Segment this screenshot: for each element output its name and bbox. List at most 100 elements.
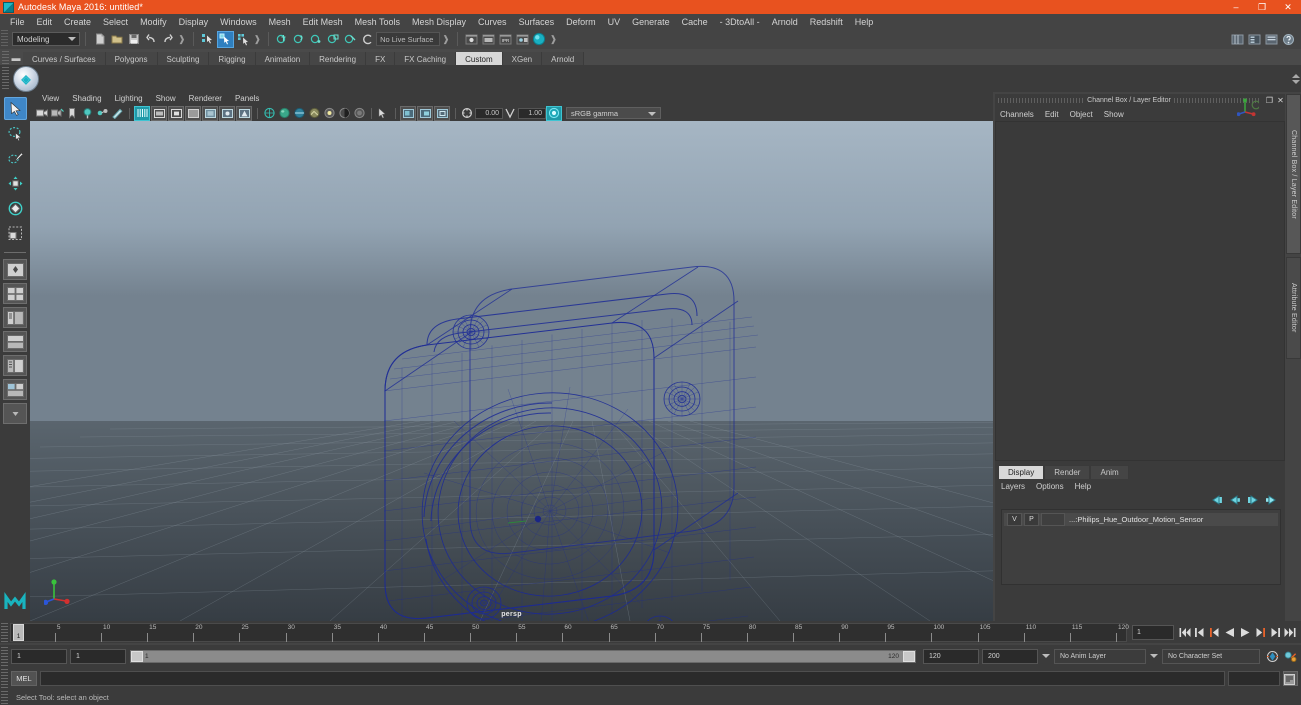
- channel-box-menu-edit[interactable]: Edit: [1045, 110, 1059, 119]
- select-by-object-icon[interactable]: [216, 30, 234, 48]
- menu-item-mesh-display[interactable]: Mesh Display: [406, 16, 472, 28]
- move-layer-up-icon[interactable]: [1210, 495, 1223, 506]
- scale-tool[interactable]: [4, 222, 27, 245]
- hw-texture-icon[interactable]: [307, 107, 321, 120]
- camera-attributes-icon[interactable]: [50, 107, 64, 120]
- open-scene-icon[interactable]: [109, 32, 124, 47]
- redo-icon[interactable]: [160, 32, 175, 47]
- menu-item-3dtoall[interactable]: - 3DtoAll -: [714, 16, 766, 28]
- menu-item-cache[interactable]: Cache: [676, 16, 714, 28]
- layer-playback-toggle[interactable]: P: [1024, 513, 1039, 526]
- move-tool[interactable]: [4, 172, 27, 195]
- hypershade-persp-layout[interactable]: [3, 355, 27, 376]
- viewport-menu-panels[interactable]: Panels: [235, 94, 259, 103]
- gamma-icon[interactable]: [503, 107, 517, 120]
- side-tab-channel-box[interactable]: Channel Box / Layer Editor: [1286, 94, 1301, 254]
- time-slider-track[interactable]: 1 5 10 15 20 25 30 35 40 45 50 55 60 65 70 75 80 85 90 95 1…: [10, 622, 1129, 642]
- xray-toggle-icon[interactable]: [202, 105, 218, 121]
- select-mode-collapse-arrow[interactable]: ❱: [254, 34, 262, 45]
- xray-active-icon[interactable]: [236, 105, 252, 121]
- range-slider-bar[interactable]: 1 120: [130, 649, 916, 663]
- layer-visibility-toggle[interactable]: V: [1007, 513, 1022, 526]
- current-time-indicator[interactable]: 1: [13, 623, 24, 641]
- viewport-menu-show[interactable]: Show: [156, 94, 176, 103]
- range-start-handle[interactable]: [131, 650, 143, 662]
- anim-end-time-field[interactable]: 200: [982, 648, 1038, 664]
- menu-item-generate[interactable]: Generate: [626, 16, 676, 28]
- character-set-selector[interactable]: No Character Set: [1162, 648, 1260, 664]
- menu-item-windows[interactable]: Windows: [214, 16, 263, 28]
- toolbar-grip[interactable]: [1, 30, 8, 48]
- maximize-button[interactable]: ❐: [1249, 0, 1275, 14]
- film-gate-icon[interactable]: [151, 105, 167, 121]
- snap-to-point-icon[interactable]: [309, 32, 324, 47]
- command-line-grip[interactable]: [1, 668, 8, 688]
- menu-item-uv[interactable]: UV: [602, 16, 627, 28]
- side-tab-attribute-editor[interactable]: Attribute Editor: [1286, 257, 1301, 359]
- menu-item-mesh-tools[interactable]: Mesh Tools: [349, 16, 406, 28]
- smooth-shading-icon[interactable]: [277, 107, 291, 120]
- step-back-keyframe-icon[interactable]: [1193, 625, 1206, 640]
- more-layouts[interactable]: [3, 403, 27, 424]
- layer-row[interactable]: V P ...:Philips_Hue_Outdoor_Motion_Senso…: [1004, 513, 1278, 526]
- live-surface-field[interactable]: No Live Surface: [376, 32, 441, 46]
- shelf-tab-animation[interactable]: Animation: [255, 52, 311, 65]
- color-management-selector[interactable]: sRGB gamma: [566, 107, 661, 119]
- sidebar-attribute-editor-icon[interactable]: [1230, 32, 1245, 47]
- sidebar-tool-settings-icon[interactable]: [1247, 32, 1262, 47]
- gamma-value[interactable]: 1.00: [518, 107, 546, 119]
- layer-menu-options[interactable]: Options: [1036, 482, 1064, 491]
- menu-item-curves[interactable]: Curves: [472, 16, 513, 28]
- save-scene-icon[interactable]: [126, 32, 141, 47]
- help-line-grip[interactable]: [1, 690, 8, 704]
- toolbar-collapse-arrow[interactable]: ❱: [178, 34, 186, 45]
- step-back-frame-icon[interactable]: [1208, 625, 1221, 640]
- shelf-tab-rendering[interactable]: Rendering: [310, 52, 367, 65]
- menu-item-mesh[interactable]: Mesh: [263, 16, 297, 28]
- range-end-time-field[interactable]: 120: [923, 648, 979, 664]
- snap-to-curve-icon[interactable]: [292, 32, 307, 47]
- anim-layer-selector[interactable]: No Anim Layer: [1054, 648, 1146, 664]
- menu-item-display[interactable]: Display: [173, 16, 215, 28]
- character-set-chevron-icon[interactable]: [1150, 654, 1158, 658]
- channel-box-content[interactable]: [995, 121, 1285, 461]
- close-button[interactable]: ✕: [1275, 0, 1301, 14]
- twopoint-icon[interactable]: [95, 107, 109, 120]
- range-start-time-field[interactable]: 1: [70, 648, 126, 664]
- snap-collapse-arrow[interactable]: ❱: [442, 34, 450, 45]
- auto-keyframe-icon[interactable]: [1266, 650, 1279, 662]
- go-to-start-icon[interactable]: [1178, 625, 1191, 640]
- shelf-tab-curves-surfaces[interactable]: Curves / Surfaces: [23, 52, 106, 65]
- layer-tab-render[interactable]: Render: [1044, 465, 1091, 479]
- render-current-frame-icon[interactable]: [464, 32, 479, 47]
- snap-to-projected-center-icon[interactable]: [326, 32, 341, 47]
- viewport-menu-lighting[interactable]: Lighting: [115, 94, 143, 103]
- time-slider-grip[interactable]: [1, 622, 8, 642]
- select-by-hierarchy-icon[interactable]: [200, 32, 215, 47]
- ipr-render-icon[interactable]: IPR: [498, 32, 513, 47]
- menu-item-select[interactable]: Select: [97, 16, 134, 28]
- range-end-handle[interactable]: [903, 650, 915, 662]
- scroll-up-icon[interactable]: [1292, 73, 1300, 78]
- menu-item-edit-mesh[interactable]: Edit Mesh: [297, 16, 349, 28]
- layer-tab-display[interactable]: Display: [998, 465, 1045, 479]
- menu-item-surfaces[interactable]: Surfaces: [513, 16, 561, 28]
- viewport-menu-view[interactable]: View: [42, 94, 59, 103]
- menu-item-edit[interactable]: Edit: [31, 16, 59, 28]
- make-live-icon[interactable]: [360, 32, 375, 47]
- move-layer-down-icon[interactable]: [1228, 495, 1241, 506]
- manipulator-axis-icon[interactable]: [1236, 97, 1261, 117]
- shelf-scroll-arrows[interactable]: [1291, 65, 1301, 92]
- image-plane-icon[interactable]: [80, 107, 94, 120]
- shelf-tab-xgen[interactable]: XGen: [502, 52, 543, 65]
- persp-graph-editor-layout[interactable]: [3, 331, 27, 352]
- use-all-lights-icon[interactable]: [322, 107, 336, 120]
- shelf-row-grip[interactable]: [2, 66, 9, 91]
- render-settings-icon[interactable]: [515, 32, 530, 47]
- screen-space-ao-icon[interactable]: [352, 107, 366, 120]
- panel-drag-dots-left[interactable]: [998, 98, 1085, 103]
- xray-mode-icon[interactable]: [400, 105, 416, 121]
- wireframe-shading-icon[interactable]: [262, 107, 276, 120]
- select-by-component-icon[interactable]: [236, 32, 251, 47]
- menu-item-create[interactable]: Create: [58, 16, 97, 28]
